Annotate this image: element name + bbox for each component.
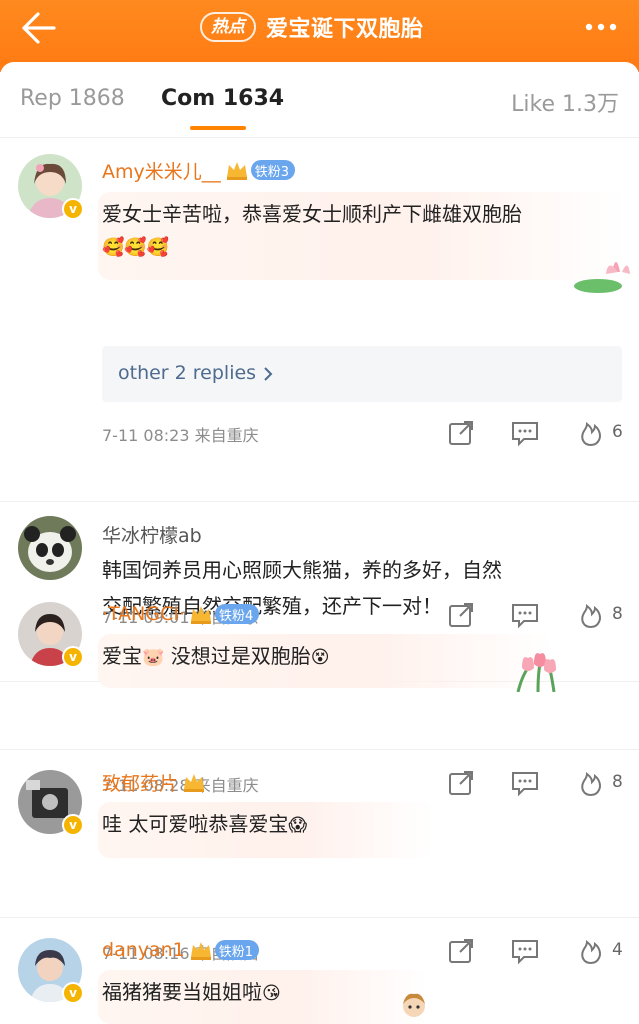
avatar[interactable] [18,516,82,580]
like-flame-icon[interactable] [576,418,606,448]
comment-item: v 致郁药片 哇 太可爱啦恭喜爱宝😱 7-11 08:16 来自陕西 4 [0,750,639,965]
pig-emoji: 🐷 [142,647,165,668]
page-title: 爱宝诞下双胞胎 [266,17,424,42]
comments-sheet: Rep 1868 Com 1634 Like 1.3万 v Amy米米儿__ 铁… [0,62,639,1024]
username[interactable]: 华冰柠檬ab [102,521,202,548]
verified-badge-icon: v [62,982,84,1004]
chevron-right-icon [264,367,273,381]
tulip-decoration-icon [516,653,556,692]
avatar-image [18,516,82,580]
active-tab-indicator [190,126,246,130]
comment-text-part: 爱宝 [102,644,142,668]
comment-text-part: 福猪猪要当姐姐啦 [102,980,262,1004]
tab-likes[interactable]: Like 1.3万 [511,86,619,118]
avatar[interactable]: v [18,938,84,1004]
user-row: danyan1 铁粉1 [102,936,260,964]
cartoon-decoration-icon [403,993,425,1017]
back-arrow-icon[interactable] [18,10,58,46]
more-icon[interactable] [581,12,621,42]
user-row: ·TANGCI· 铁粉4 [102,600,260,628]
verified-badge-icon: v [62,646,84,668]
username[interactable]: Amy米米儿__ [102,157,221,184]
comment-meta: 7-11 08:23 来自重庆 [102,426,259,445]
lotus-decoration-icon [574,262,630,293]
comment-text: 哇 太可爱啦恭喜爱宝😱 [102,806,307,844]
fan-badge: 铁粉3 [250,160,296,180]
fan-badge: 铁粉1 [214,940,260,960]
hot-tag: 热点 [200,12,256,42]
avatar[interactable]: v [18,154,84,220]
tab-comments[interactable]: Com 1634 [161,86,284,111]
comment-icon[interactable] [510,418,540,448]
crown-icon [190,942,211,960]
dizzy-emoji: 😵 [310,647,330,668]
crown-icon [184,774,205,792]
comment-text: 爱宝🐷 没想过是双胞胎😵 [102,638,330,676]
title-area: 热点 爱宝诞下双胞胎 [200,10,424,44]
user-row: Amy米米儿__ 铁粉3 [102,156,296,184]
comment-emoji: 🥰🥰🥰 [102,237,170,258]
username[interactable]: ·TANGCI· [102,603,185,625]
comment-text-part: 没想过是双胞胎 [164,644,311,668]
comment-text: 福猪猪要当姐姐啦😘 [102,974,281,1012]
avatar[interactable]: v [18,602,84,668]
tab-bar: Rep 1868 Com 1634 Like 1.3万 [0,62,639,138]
user-row: 致郁药片 [102,768,206,796]
comment-item: v ·TANGCI· 铁粉4 爱宝🐷 没想过是双胞胎😵 7-11 08:28 来… [0,582,639,797]
comment-text-part: 哇 太可爱啦恭喜爱宝 [102,812,289,836]
more-replies-link[interactable]: other 2 replies [102,346,622,402]
screaming-emoji: 😱 [288,815,308,836]
tab-reposts[interactable]: Rep 1868 [20,86,125,111]
avatar[interactable]: v [18,770,84,836]
comment-actions: 6 [446,418,626,448]
crown-icon [226,162,247,180]
username[interactable]: danyan1 [102,939,185,961]
comment-item: v Amy米米儿__ 铁粉3 爱女士辛苦啦，恭喜爱女士顺利产下雌雄双胞胎 🥰🥰🥰… [0,138,639,502]
user-row: 华冰柠檬ab [102,520,202,548]
comment-text: 爱女士辛苦啦，恭喜爱女士顺利产下雌雄双胞胎 [102,202,522,226]
verified-badge-icon: v [62,198,84,220]
verified-badge-icon: v [62,814,84,836]
more-replies-text: other 2 replies [118,362,257,384]
share-icon[interactable] [446,418,476,448]
username[interactable]: 致郁药片 [102,769,178,796]
comment-item: v danyan1 铁粉1 福猪猪要当姐姐啦😘 [0,918,639,1024]
like-count: 6 [612,422,623,442]
kiss-emoji: 😘 [262,983,281,1004]
fan-badge: 铁粉4 [215,604,260,624]
crown-icon [191,606,212,624]
